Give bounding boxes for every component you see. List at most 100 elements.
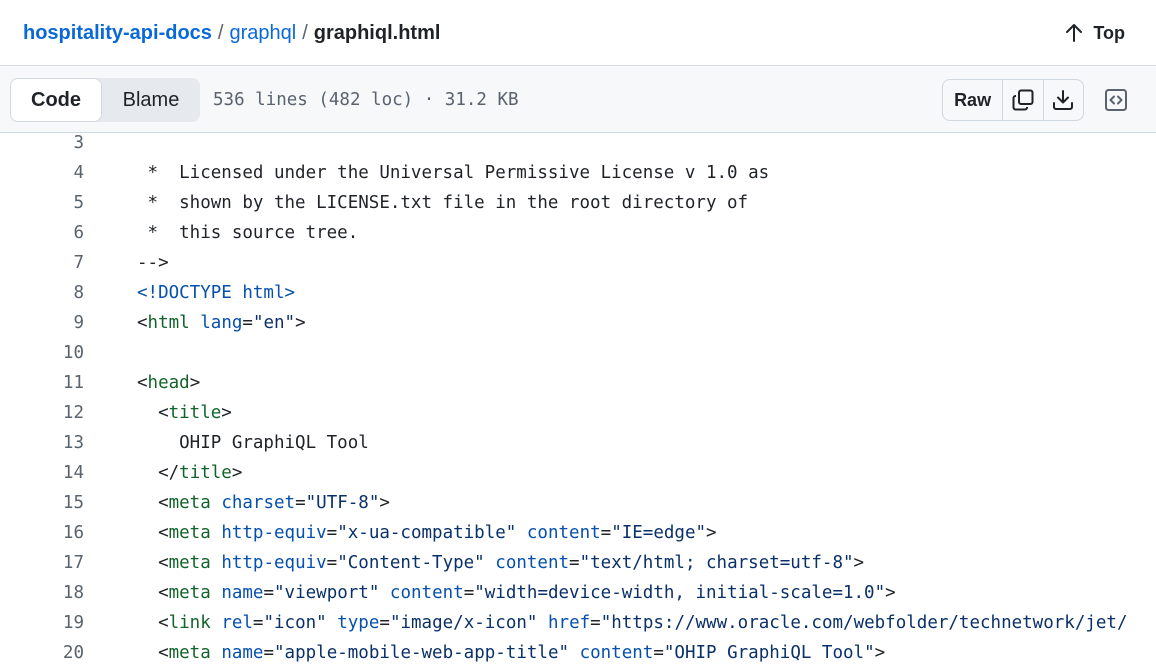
code-token: "width=device-width, initial-scale=1.0" — [474, 583, 886, 603]
top-button-label: Top — [1093, 23, 1125, 43]
copy-raw-button[interactable] — [1003, 80, 1042, 120]
code-token: content — [389, 583, 464, 603]
line-number[interactable]: 14 — [0, 458, 84, 488]
code-line: 13 OHIP GraphiQL Tool — [0, 428, 1156, 458]
code-token: = — [326, 553, 338, 573]
code-token: * this source tree. — [137, 223, 359, 243]
code-token: charset — [221, 493, 296, 513]
code-token: > — [874, 643, 886, 663]
code-token: = — [653, 643, 664, 663]
code-token: meta — [168, 523, 211, 543]
code-line: 4 * Licensed under the Universal Permiss… — [0, 158, 1156, 188]
line-number[interactable]: 17 — [0, 548, 84, 578]
line-number[interactable]: 3 — [0, 134, 84, 158]
code-token: < — [137, 523, 169, 543]
line-content: <head> — [137, 368, 200, 398]
code-token: </ — [137, 463, 180, 483]
line-number[interactable]: 4 — [0, 158, 84, 188]
code-token: html — [147, 313, 190, 333]
code-token: meta — [168, 643, 211, 663]
code-token: = — [590, 613, 601, 633]
breadcrumb-folder-link[interactable]: graphql — [229, 22, 296, 44]
code-line: 18 <meta name="viewport" content="width=… — [0, 578, 1156, 608]
file-actions-group: Raw — [942, 79, 1084, 121]
code-line: 19 <link rel="icon" type="image/x-icon" … — [0, 608, 1156, 638]
line-number[interactable]: 7 — [0, 248, 84, 278]
code-viewer[interactable]: 34 * Licensed under the Universal Permis… — [0, 134, 1156, 668]
line-content: </title> — [137, 458, 242, 488]
code-token: content — [526, 523, 601, 543]
breadcrumb-repo-link[interactable]: hospitality-api-docs — [23, 22, 212, 44]
code-token: "IE=edge" — [611, 523, 707, 543]
code-token: < — [137, 373, 148, 393]
code-token: = — [569, 553, 580, 573]
code-token: href — [548, 613, 591, 633]
code-token: = — [252, 613, 264, 633]
code-line: 6 * this source tree. — [0, 218, 1156, 248]
download-button[interactable] — [1042, 80, 1083, 120]
line-number[interactable]: 15 — [0, 488, 84, 518]
line-number[interactable]: 19 — [0, 608, 84, 638]
tab-code[interactable]: Code — [10, 78, 102, 122]
code-line: 11 <head> — [0, 368, 1156, 398]
line-number[interactable]: 9 — [0, 308, 84, 338]
line-number[interactable]: 5 — [0, 188, 84, 218]
line-number[interactable]: 11 — [0, 368, 84, 398]
code-token: link — [168, 613, 211, 633]
code-token: "image/x-icon" — [389, 613, 538, 633]
code-line: 9 <html lang="en"> — [0, 308, 1156, 338]
line-number[interactable]: 20 — [0, 638, 84, 668]
line-number[interactable]: 18 — [0, 578, 84, 608]
symbols-panel-button[interactable] — [1098, 83, 1134, 117]
code-token: http-equiv — [221, 553, 327, 573]
code-token: < — [137, 643, 169, 663]
line-content: <meta charset="UTF-8"> — [137, 488, 390, 518]
code-token: "https://www.oracle.com/webfolder/techne… — [600, 613, 1128, 633]
breadcrumb-current-file: graphiql.html — [313, 22, 441, 44]
line-number[interactable]: 12 — [0, 398, 84, 428]
code-token: = — [263, 643, 275, 663]
code-token: "apple-mobile-web-app-title" — [274, 643, 570, 663]
line-content: <title> — [137, 398, 232, 428]
code-token: head — [147, 373, 190, 393]
line-content: <meta http-equiv="x-ua-compatible" conte… — [137, 518, 717, 548]
code-line: 14 </title> — [0, 458, 1156, 488]
code-token: rel — [221, 613, 253, 633]
line-number[interactable]: 13 — [0, 428, 84, 458]
line-content: <link rel="icon" type="image/x-icon" hre… — [137, 608, 1128, 638]
line-content: <!DOCTYPE html> — [137, 278, 295, 308]
code-token: < — [137, 313, 148, 333]
copy-icon — [1012, 89, 1034, 111]
code-token: < — [137, 403, 169, 423]
code-token: < — [137, 493, 169, 513]
top-button[interactable]: Top — [1065, 20, 1125, 46]
code-token: "x-ua-compatible" — [337, 523, 517, 543]
code-token: > — [231, 463, 243, 483]
tab-blame[interactable]: Blame — [102, 78, 200, 122]
code-token: "UTF-8" — [305, 493, 380, 513]
view-mode-toggle: Code Blame — [10, 78, 200, 122]
line-number[interactable]: 16 — [0, 518, 84, 548]
code-token: = — [263, 583, 275, 603]
raw-button[interactable]: Raw — [943, 80, 1004, 120]
line-content: --> — [137, 248, 169, 278]
line-number[interactable]: 10 — [0, 338, 84, 368]
code-token: < — [137, 583, 169, 603]
line-number[interactable]: 6 — [0, 218, 84, 248]
code-token: > — [221, 403, 232, 423]
code-token: < — [137, 613, 169, 633]
code-token: * shown by the LICENSE.txt file in the r… — [137, 193, 749, 213]
line-number[interactable]: 8 — [0, 278, 84, 308]
code-token: type — [337, 613, 380, 633]
code-token: "en" — [252, 313, 296, 333]
code-token: --> — [137, 253, 169, 273]
line-content: * shown by the LICENSE.txt file in the r… — [137, 188, 749, 218]
